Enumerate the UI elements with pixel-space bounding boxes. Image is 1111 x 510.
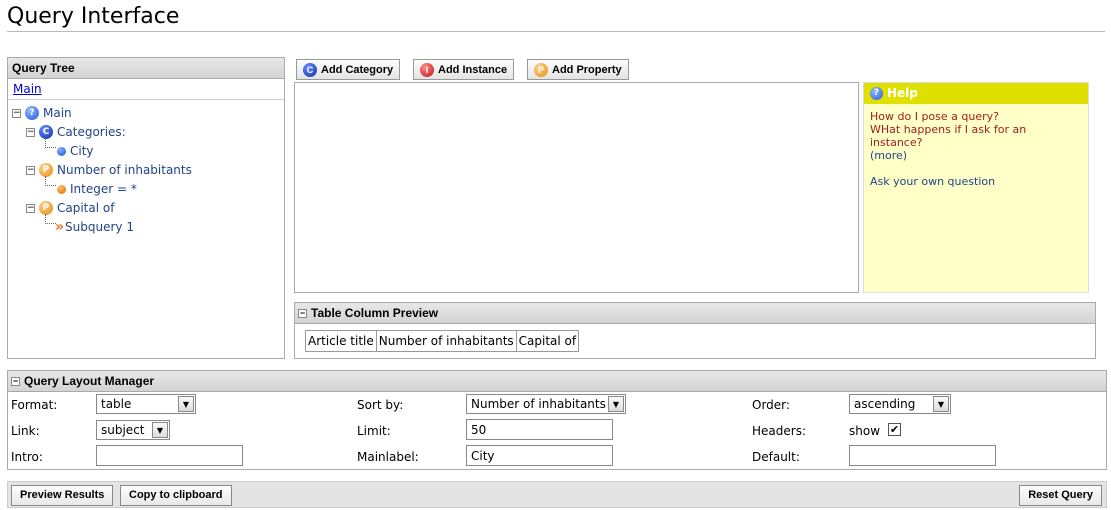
intro-input[interactable] xyxy=(96,445,243,466)
query-icon: ? xyxy=(25,106,39,120)
page-title: Query Interface xyxy=(7,4,180,29)
help-panel: ? Help How do I pose a query? WHat happe… xyxy=(863,82,1089,293)
title-divider xyxy=(7,31,1105,32)
tree-node-capital[interactable]: − P Capital of xyxy=(26,199,114,217)
headers-value: show xyxy=(849,424,881,438)
headers-label: Headers: xyxy=(752,424,806,438)
collapse-toggle[interactable]: − xyxy=(12,108,21,118)
tree-node-label: City xyxy=(70,144,94,158)
help-more-link[interactable]: (more) xyxy=(870,149,1082,162)
add-instance-button[interactable]: I Add Instance xyxy=(413,59,515,80)
category-icon: C xyxy=(303,62,317,77)
preview-column: Capital of xyxy=(515,330,580,352)
chevron-down-icon: ▼ xyxy=(178,396,194,412)
tree-node-categories[interactable]: − C Categories: xyxy=(26,123,126,141)
tree-connector xyxy=(45,138,56,148)
sortby-select[interactable]: Number of inhabitants ▼ xyxy=(466,394,626,414)
tree-node-main[interactable]: − ? Main xyxy=(12,104,72,122)
chevron-down-icon: ▼ xyxy=(152,422,168,438)
add-property-button[interactable]: P Add Property xyxy=(527,59,629,80)
chevron-down-icon: ▼ xyxy=(933,396,949,412)
tree-node-label: Categories: xyxy=(57,125,126,139)
bullet-icon xyxy=(57,184,66,194)
tree-connector xyxy=(45,176,56,186)
query-editor-area[interactable] xyxy=(294,82,859,293)
ask-question-link[interactable]: Ask your own question xyxy=(870,175,1082,188)
help-title: Help xyxy=(887,86,918,100)
layout-manager-header: − Query Layout Manager xyxy=(8,371,1106,392)
breadcrumb: Main xyxy=(8,79,284,100)
add-instance-label: Add Instance xyxy=(438,63,508,76)
bullet-icon xyxy=(57,146,66,156)
tree-node-subquery[interactable]: » Subquery 1 xyxy=(55,218,134,236)
property-icon: P xyxy=(534,62,548,77)
preview-table: Article title Number of inhabitants Capi… xyxy=(305,330,580,352)
add-category-label: Add Category xyxy=(321,63,394,76)
sortby-value: Number of inhabitants xyxy=(471,397,606,411)
format-select[interactable]: table ▼ xyxy=(96,394,196,414)
mainlabel-input[interactable] xyxy=(466,445,613,466)
format-value: table xyxy=(101,397,132,411)
tree-node-label: Subquery 1 xyxy=(65,220,134,234)
preview-results-button[interactable]: Preview Results xyxy=(11,485,114,506)
default-label: Default: xyxy=(752,450,800,464)
subquery-icon: » xyxy=(55,219,64,235)
add-category-button[interactable]: C Add Category xyxy=(296,59,401,80)
tree-node-label: Integer = * xyxy=(70,182,137,196)
format-label: Format: xyxy=(11,398,58,412)
tree-node-integer[interactable]: Integer = * xyxy=(57,180,137,198)
limit-input[interactable] xyxy=(466,419,613,440)
default-input[interactable] xyxy=(849,445,996,466)
intro-label: Intro: xyxy=(11,450,43,464)
add-property-label: Add Property xyxy=(552,63,622,76)
table-column-preview-panel: − Table Column Preview Article title Num… xyxy=(294,302,1096,359)
breadcrumb-main-link[interactable]: Main xyxy=(13,82,42,96)
preview-title: Table Column Preview xyxy=(311,306,439,320)
help-link-instance[interactable]: WHat happens if I ask for an instance? xyxy=(870,123,1082,149)
action-bar: Preview Results Copy to clipboard Reset … xyxy=(7,481,1107,508)
tree-node-label: Main xyxy=(43,106,72,120)
preview-header: − Table Column Preview xyxy=(295,303,1095,324)
tree-node-label: Capital of xyxy=(57,201,115,215)
collapse-toggle[interactable]: − xyxy=(11,376,20,386)
help-icon: ? xyxy=(870,87,883,100)
link-select[interactable]: subject ▼ xyxy=(96,420,170,440)
order-label: Order: xyxy=(752,398,790,412)
help-link-pose-query[interactable]: How do I pose a query? xyxy=(870,110,1082,123)
collapse-toggle[interactable]: − xyxy=(26,203,35,213)
collapse-toggle[interactable]: − xyxy=(26,165,35,175)
link-label: Link: xyxy=(11,424,40,438)
link-value: subject xyxy=(101,423,145,437)
help-body: How do I pose a query? WHat happens if I… xyxy=(864,104,1088,194)
reset-query-button[interactable]: Reset Query xyxy=(1019,485,1102,506)
mainlabel-label: Mainlabel: xyxy=(357,450,419,464)
query-tree-header: Query Tree xyxy=(8,58,284,79)
collapse-toggle[interactable]: − xyxy=(298,308,307,318)
headers-checkbox[interactable]: ✔ xyxy=(888,423,901,436)
order-value: ascending xyxy=(854,397,916,411)
query-tree-panel: Query Tree Main − ? Main − C Categories:… xyxy=(7,57,285,359)
layout-manager-panel: − Query Layout Manager Format: table ▼ L… xyxy=(7,370,1107,470)
tree-node-city[interactable]: City xyxy=(57,142,94,160)
layout-manager-title: Query Layout Manager xyxy=(24,374,155,388)
category-icon: C xyxy=(39,125,53,139)
help-header: ? Help xyxy=(864,83,1088,104)
copy-to-clipboard-button[interactable]: Copy to clipboard xyxy=(120,485,232,506)
order-select[interactable]: ascending ▼ xyxy=(849,394,951,414)
instance-icon: I xyxy=(420,62,434,77)
sortby-label: Sort by: xyxy=(357,398,404,412)
limit-label: Limit: xyxy=(357,424,391,438)
preview-column: Article title xyxy=(305,330,377,352)
property-icon: P xyxy=(39,201,53,215)
preview-column: Number of inhabitants xyxy=(375,330,517,352)
collapse-toggle[interactable]: − xyxy=(26,127,35,137)
property-icon: P xyxy=(39,163,53,177)
chevron-down-icon: ▼ xyxy=(608,396,624,412)
tree-node-label: Number of inhabitants xyxy=(57,163,192,177)
